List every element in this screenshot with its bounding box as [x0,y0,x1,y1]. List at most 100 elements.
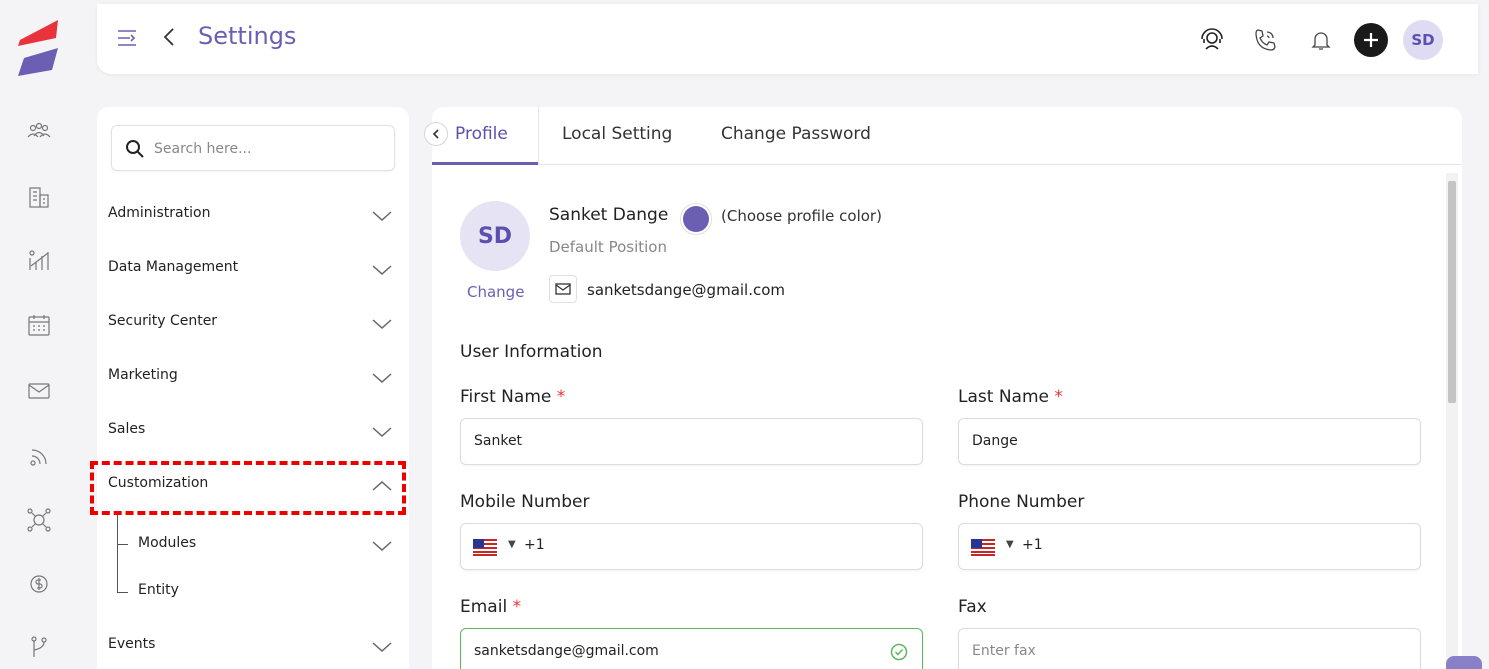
last-name-field[interactable]: Dange [958,418,1421,465]
color-swatch [683,206,709,232]
section-title: User Information [460,342,603,362]
last-name-label: Last Name * [958,387,1063,407]
add-button[interactable] [1354,23,1388,57]
chevron-down-icon [372,541,392,552]
notification-bell-icon[interactable] [1303,22,1339,58]
phone-field[interactable]: ▼ +1 [958,523,1421,570]
feed-icon[interactable] [24,442,54,472]
required-mark: * [512,597,522,617]
workflow-icon[interactable] [24,632,54,662]
chevron-down-icon [372,373,392,384]
profile-email: sanketsdange@gmail.com [587,281,786,299]
profile-position: Default Position [549,238,667,256]
calendar-icon[interactable] [24,310,54,340]
back-icon[interactable] [161,26,177,48]
fax-placeholder: Enter fax [972,643,1036,659]
nav-item-customization[interactable]: Customization [97,463,409,507]
search-field[interactable] [111,125,395,171]
chevron-down-icon [372,319,392,330]
chevron-down-icon [372,642,392,653]
email-field[interactable]: sanketsdange@gmail.com [460,628,923,669]
fax-field[interactable]: Enter fax [958,628,1421,669]
page-title: Settings [198,22,297,50]
search-input[interactable] [154,136,384,162]
label-text: Last Name [958,387,1049,407]
required-mark: * [556,387,566,407]
menu-collapse-icon[interactable] [117,28,137,48]
nav-item-label: Security Center [108,313,218,329]
app-logo[interactable] [14,18,62,78]
last-name-value: Dange [972,433,1018,449]
nav-item-label: Data Management [108,259,239,275]
tab-profile[interactable]: Profile [455,124,508,144]
plus-icon [1364,33,1378,47]
valid-check-icon [890,643,908,661]
floating-widget[interactable] [1446,656,1482,669]
tab-change-password[interactable]: Change Password [721,124,871,144]
label-text: First Name [460,387,552,407]
country-dropdown-icon[interactable]: ▼ [508,539,516,550]
phone-label: Phone Number [958,492,1085,512]
profile-name: Sanket Dange [549,205,669,225]
nav-subitem-label: Modules [138,535,197,551]
fax-label: Fax [958,597,987,617]
billing-icon[interactable] [24,569,54,599]
nav-item-data-management[interactable]: Data Management [97,247,409,291]
main-panel: Profile Local Setting Change Password SD… [424,107,1462,669]
chevron-down-icon [372,265,392,276]
us-flag-icon[interactable] [473,539,497,556]
app-rail [0,0,78,669]
nav-item-label: Administration [108,205,211,221]
nav-subitem-modules[interactable]: Modules [97,525,409,565]
mobile-dial-code: +1 [524,537,545,553]
envelope-icon [555,283,571,295]
nav-item-label: Events [108,636,156,652]
nav-item-administration[interactable]: Administration [97,193,409,237]
network-icon[interactable] [24,505,54,535]
country-dropdown-icon[interactable]: ▼ [1006,539,1014,550]
chevron-down-icon [372,427,392,438]
label-text: Email [460,597,508,617]
email-icon-box [549,275,577,303]
analytics-icon[interactable] [24,246,54,276]
nav-item-label: Customization [108,475,209,491]
settings-sidebar: Administration Data Management Security … [97,107,409,669]
nav-subitem-entity[interactable]: Entity [97,572,409,612]
scrollbar[interactable] [1446,173,1458,669]
mobile-field[interactable]: ▼ +1 [460,523,923,570]
scrollbar-thumb[interactable] [1448,181,1456,403]
us-flag-icon[interactable] [971,539,995,556]
phone-icon[interactable] [1247,22,1283,58]
nav-item-sales[interactable]: Sales [97,409,409,453]
chevron-up-icon [372,480,392,491]
email-value: sanketsdange@gmail.com [474,643,659,659]
mail-icon[interactable] [24,376,54,406]
chevron-left-icon [432,129,439,139]
contacts-icon[interactable] [24,118,54,148]
nav-item-security-center[interactable]: Security Center [97,301,409,345]
tab-bar: Profile Local Setting Change Password [424,107,1462,165]
top-header: Settings SD [97,4,1478,74]
email-label: Email * [460,597,521,617]
profile-avatar: SD [460,201,530,271]
phone-dial-code: +1 [1022,537,1043,553]
chevron-down-icon [372,211,392,222]
support-icon[interactable] [1194,22,1230,58]
profile-content: SD Change Sanket Dange (Choose profile c… [432,165,1462,669]
choose-color-label: (Choose profile color) [721,207,882,225]
nav-item-events[interactable]: Events [97,624,409,668]
tab-local-setting[interactable]: Local Setting [562,124,672,144]
first-name-value: Sanket [474,433,523,449]
profile-color-picker[interactable] [680,203,712,235]
collapse-sidebar-button[interactable] [424,122,448,146]
required-mark: * [1054,387,1063,407]
nav-item-label: Marketing [108,367,178,383]
search-icon [126,140,144,158]
user-avatar[interactable]: SD [1403,20,1443,60]
nav-item-marketing[interactable]: Marketing [97,355,409,399]
building-icon[interactable] [24,182,54,212]
first-name-field[interactable]: Sanket [460,418,923,465]
mobile-label: Mobile Number [460,492,590,512]
nav-item-label: Sales [108,421,146,437]
change-avatar-link[interactable]: Change [467,283,524,301]
